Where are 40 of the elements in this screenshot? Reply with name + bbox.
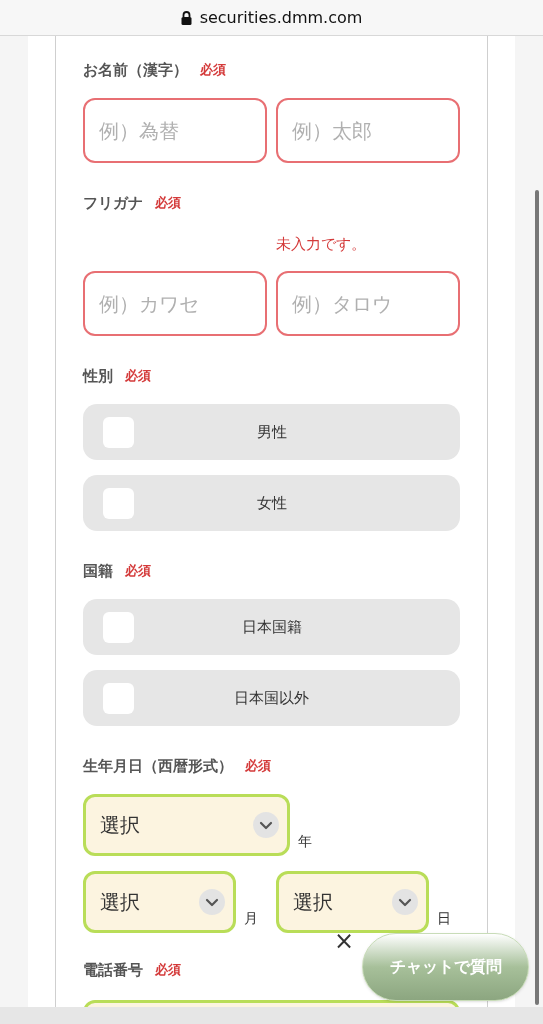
checkbox[interactable] — [103, 612, 134, 643]
checkbox[interactable] — [103, 683, 134, 714]
required-label: 必須 — [155, 961, 181, 980]
select-dropdown[interactable]: 選択 — [83, 794, 290, 856]
chevron-down-icon — [199, 889, 225, 915]
input-field[interactable]: 例）為替 — [83, 98, 267, 163]
input-field[interactable]: 例）カワセ — [83, 271, 267, 336]
url-text[interactable]: securities.dmm.com — [199, 5, 363, 30]
field-label: フリガナ — [83, 192, 143, 214]
input-field[interactable]: 例）太郎 — [276, 98, 460, 163]
field-label: 国籍 — [83, 560, 113, 582]
required-label: 必須 — [200, 61, 226, 80]
select-dropdown[interactable]: 選択 — [276, 871, 429, 933]
required-label: 必須 — [125, 367, 151, 386]
lock-icon — [180, 10, 192, 25]
option-label: 女性 — [256, 492, 287, 514]
field-label: 性別 — [83, 365, 113, 387]
error-message: 未入力です。 — [276, 234, 367, 254]
field-label: 生年月日（西暦形式） — [83, 755, 233, 777]
input-field[interactable]: 例）タロウ — [276, 271, 460, 336]
unit-label: 日 — [437, 909, 451, 928]
chevron-down-icon — [392, 889, 418, 915]
chevron-down-icon — [253, 812, 279, 838]
checkbox[interactable] — [103, 417, 134, 448]
option-label: 日本国籍 — [241, 616, 302, 638]
select-dropdown[interactable]: 選択 — [83, 871, 236, 933]
required-label: 必須 — [155, 194, 181, 213]
field-label: お名前（漢字） — [83, 59, 188, 81]
option-label: 男性 — [256, 421, 287, 443]
required-label: 必須 — [125, 562, 151, 581]
option-label: 日本国以外 — [234, 687, 309, 709]
checkbox-option[interactable]: 男性 — [83, 404, 460, 460]
required-label: 必須 — [245, 757, 271, 776]
field-label: 電話番号 — [83, 959, 143, 981]
unit-label: 年 — [298, 832, 312, 851]
checkbox[interactable] — [103, 488, 134, 519]
checkbox-option[interactable]: 女性 — [83, 475, 460, 531]
checkbox-option[interactable]: 日本国以外 — [83, 670, 460, 726]
unit-label: 月 — [244, 909, 258, 928]
checkbox-option[interactable]: 日本国籍 — [83, 599, 460, 655]
